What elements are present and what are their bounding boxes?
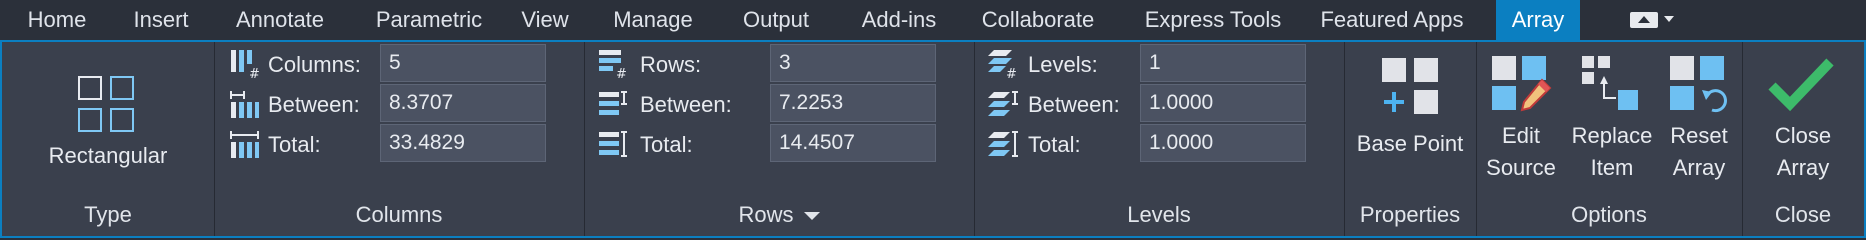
panel-levels: # Levels: Between: [974, 42, 1345, 236]
tab-insert[interactable]: Insert [116, 0, 206, 40]
panel-options: Edit Source Replace Item Reset Array Opt… [1476, 42, 1743, 236]
rows-between-label: Between: [640, 92, 732, 117]
level-spacing-icon [988, 90, 1020, 125]
panel-columns: # Columns: Between: [214, 42, 585, 236]
tab-array[interactable]: Array [1496, 0, 1580, 40]
rectangular-button-label[interactable]: Rectangular [2, 140, 214, 172]
row-total-icon [598, 130, 630, 165]
panel-title-columns: Columns [355, 202, 443, 227]
tab-collaborate[interactable]: Collaborate [968, 0, 1108, 40]
rows-label: Rows: [640, 52, 702, 77]
tab-home[interactable]: Home [10, 0, 104, 40]
tab-parametric[interactable]: Parametric [354, 0, 504, 40]
panel-rows: # Rows: Between: [584, 42, 975, 236]
edit-source-label-1[interactable]: Edit [1476, 120, 1566, 152]
rows-count-field[interactable] [770, 44, 936, 82]
minimize-ribbon-button[interactable] [1630, 10, 1680, 30]
tab-featured-apps[interactable]: Featured Apps [1310, 0, 1474, 40]
panel-title-type: Type [84, 202, 132, 227]
row-spacing-icon [598, 90, 630, 125]
panel-title-options: Options [1571, 202, 1647, 227]
columns-count-field[interactable] [380, 44, 546, 82]
tab-express-tools[interactable]: Express Tools [1132, 0, 1294, 40]
columns-count-icon: # [230, 48, 260, 83]
reset-array-label-1[interactable]: Reset [1656, 120, 1742, 152]
panel-close: Close Array Close [1742, 42, 1864, 236]
rows-count-icon: # [598, 48, 630, 83]
close-array-label-2[interactable]: Array [1742, 152, 1864, 184]
level-total-icon [988, 130, 1020, 165]
columns-label: Columns: [268, 52, 361, 77]
reset-array-label-2[interactable]: Array [1656, 152, 1742, 184]
array-ribbon: Rectangular Type # Columns: 5 Between: 8… [0, 40, 1866, 238]
panel-type: Rectangular Type [2, 42, 215, 236]
tab-manage[interactable]: Manage [598, 0, 708, 40]
svg-text:#: # [249, 67, 260, 78]
tab-output[interactable]: Output [730, 0, 822, 40]
levels-count-icon: # [988, 48, 1020, 83]
ribbon-toggle-icon [1630, 12, 1658, 28]
levels-between-label: Between: [1028, 92, 1120, 117]
panel-title-properties: Properties [1359, 202, 1461, 227]
base-point-button[interactable]: Base Point [1344, 128, 1476, 160]
edit-source-label-2[interactable]: Source [1476, 152, 1566, 184]
svg-text:#: # [616, 67, 627, 78]
panel-title-levels: Levels [1127, 202, 1191, 227]
chevron-down-icon [803, 212, 820, 221]
levels-between-field[interactable] [1140, 84, 1306, 122]
edit-source-icon [1490, 54, 1552, 121]
base-point-icon [1380, 56, 1440, 121]
columns-total-field[interactable] [380, 124, 546, 162]
ribbon-tab-bar: Home Insert Annotate Parametric View Man… [0, 0, 1866, 40]
close-array-label-1[interactable]: Close [1742, 120, 1864, 152]
rectangular-array-icon [76, 74, 136, 139]
columns-between-field[interactable] [380, 84, 546, 122]
tab-annotate[interactable]: Annotate [218, 0, 342, 40]
replace-item-label-1[interactable]: Replace [1566, 120, 1658, 152]
columns-total-label: Total: [268, 132, 321, 157]
panel-title-close: Close [1774, 202, 1832, 227]
panel-title-rows[interactable]: Rows [584, 200, 974, 230]
levels-count-field[interactable] [1140, 44, 1306, 82]
rows-total-label: Total: [640, 132, 693, 157]
column-spacing-icon [230, 90, 260, 125]
levels-total-label: Total: [1028, 132, 1081, 157]
rows-panel-title-label: Rows [738, 202, 794, 227]
reset-array-icon [1668, 54, 1730, 121]
panel-properties: Base Point Properties [1344, 42, 1477, 236]
svg-text:#: # [1006, 67, 1017, 78]
rows-total-field[interactable] [770, 124, 936, 162]
checkmark-icon [1768, 56, 1834, 117]
levels-label: Levels: [1028, 52, 1098, 77]
tab-view[interactable]: View [510, 0, 580, 40]
levels-total-field[interactable] [1140, 124, 1306, 162]
replace-item-label-2[interactable]: Item [1566, 152, 1658, 184]
tab-add-ins[interactable]: Add-ins [846, 0, 952, 40]
rows-between-field[interactable] [770, 84, 936, 122]
column-total-icon [230, 130, 260, 165]
columns-between-label: Between: [268, 92, 360, 117]
replace-item-icon [1580, 54, 1642, 121]
chevron-down-icon [1664, 16, 1674, 22]
